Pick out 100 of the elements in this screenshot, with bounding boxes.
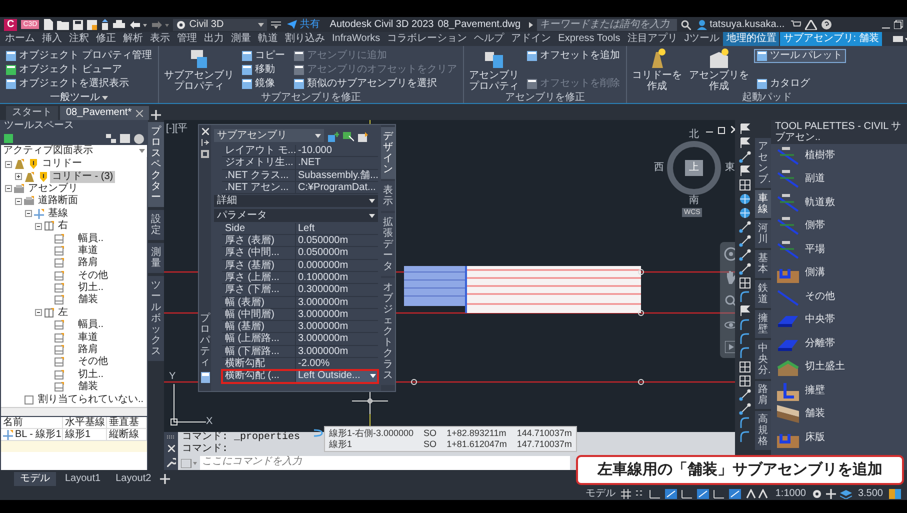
tree-item[interactable]: 路肩 <box>76 257 100 270</box>
ribbon-tab[interactable]: 挿入 <box>39 32 65 46</box>
palette-tool[interactable]: 副道 <box>771 168 907 191</box>
expand-icon[interactable] <box>15 173 22 180</box>
compass-label[interactable]: 東 <box>725 163 735 173</box>
calculator-icon[interactable] <box>200 372 210 383</box>
side-tab[interactable]: ツールボックス <box>148 276 164 361</box>
lineweight-icon[interactable] <box>713 488 726 498</box>
layout-tab[interactable]: モデル <box>14 472 56 486</box>
curve-icon[interactable] <box>739 291 751 303</box>
node-icon[interactable] <box>739 221 751 233</box>
ribbon-tab[interactable]: 修正 <box>93 32 119 46</box>
side-tab[interactable]: 測量 <box>148 243 164 273</box>
scrollbar[interactable] <box>1 407 147 416</box>
ribbon-tab[interactable]: 割り込み <box>282 32 328 46</box>
restore-icon[interactable] <box>718 126 726 134</box>
logo[interactable]: C <box>4 18 18 30</box>
tree-item[interactable]: 舗装 <box>76 294 100 306</box>
palette-tool[interactable]: 擁壁 <box>771 379 907 402</box>
property-row[interactable]: ジオメトリ生... .NET <box>222 157 378 170</box>
save-icon[interactable] <box>73 20 84 30</box>
large-ribbon-button[interactable]: サブアセンブリ プロパティ <box>162 48 236 92</box>
ribbon-tab[interactable]: アドイン <box>508 32 554 46</box>
undo-icon[interactable] <box>129 20 148 30</box>
flag-icon[interactable] <box>739 137 751 149</box>
compass-label[interactable]: 北 <box>689 130 699 140</box>
layers-icon[interactable] <box>840 488 852 498</box>
grip-point[interactable] <box>638 379 644 385</box>
tree-item[interactable]: 切土.. <box>76 282 106 294</box>
tree-item[interactable]: 舗装 <box>76 381 100 394</box>
palette-tool[interactable]: 床版 <box>771 426 907 450</box>
palette-tool[interactable]: 側溝 <box>771 262 907 285</box>
ribbon-tab[interactable]: 測量 <box>228 32 254 46</box>
palette-tool[interactable]: 中央帯 <box>771 308 907 332</box>
palette-tab[interactable]: オブジェクトクラス <box>381 278 395 385</box>
tree-item[interactable]: 基線 <box>46 208 70 220</box>
grid-icon[interactable] <box>739 361 751 373</box>
save-as-icon[interactable] <box>87 20 98 30</box>
collapse-icon[interactable] <box>5 160 12 168</box>
palette-tab[interactable]: 高規格 <box>755 411 771 450</box>
color-icon[interactable] <box>889 488 901 498</box>
ribbon-tab[interactable]: ホーム <box>2 32 38 46</box>
property-row[interactable]: 厚さ (中間... 0.050000m <box>222 247 378 260</box>
column-header[interactable]: 名前 <box>1 417 63 428</box>
tree-item[interactable]: 左 <box>56 306 70 319</box>
quick-select-icon[interactable] <box>358 132 369 142</box>
add-selection-icon[interactable] <box>328 132 339 142</box>
ribbon-tab[interactable]: 出力 <box>201 32 227 46</box>
side-tab[interactable]: プロスペクター <box>148 122 164 207</box>
layout-tab[interactable]: Layout2 <box>110 472 158 486</box>
ribbon-tab[interactable]: Jツール <box>681 32 722 46</box>
ribbon-tab[interactable]: InfraWorks <box>329 32 384 46</box>
palette-tool[interactable]: 植樹帯 <box>771 144 907 168</box>
search-icon[interactable] <box>680 20 691 30</box>
section-header[interactable]: パラメータ <box>214 209 378 222</box>
play-icon[interactable] <box>725 341 735 354</box>
workspace-dropdown[interactable]: Civil 3D <box>173 18 267 30</box>
grid-icon[interactable] <box>621 488 632 498</box>
grip-point[interactable] <box>411 379 417 385</box>
ribbon-button[interactable]: オブジェクト ビューア <box>3 63 155 77</box>
flag-icon[interactable] <box>739 165 751 177</box>
plus-icon[interactable] <box>826 488 836 498</box>
node-icon[interactable] <box>739 389 751 401</box>
help-icon[interactable] <box>134 134 144 144</box>
elevation-value[interactable]: 3.500 <box>856 488 885 500</box>
transparency-icon[interactable] <box>729 488 742 498</box>
ribbon-button[interactable]: コピー <box>238 49 288 63</box>
ribbon-button[interactable]: 移動 <box>238 63 288 77</box>
panel-title[interactable]: 一般ツール <box>50 92 100 103</box>
property-row[interactable]: 横断勾配 -2.00% <box>222 358 378 370</box>
ribbon-tab[interactable]: ヘルプ <box>471 32 508 46</box>
large-ribbon-button[interactable]: アセンブリを 作成 <box>686 48 751 92</box>
customize-icon[interactable] <box>270 20 281 28</box>
property-row[interactable]: .NET アセン... C:¥ProgramDat... <box>222 182 378 194</box>
osnap-icon[interactable] <box>681 488 694 498</box>
tree-item[interactable]: 車道 <box>76 332 100 344</box>
search-field[interactable]: キーワードまたは語句を入力 <box>536 18 677 30</box>
ribbon-tab[interactable]: 注釈 <box>66 32 92 46</box>
object-type-dropdown[interactable]: サブアセンブリ <box>214 129 324 142</box>
collapse-icon[interactable] <box>25 210 32 218</box>
layout-tab[interactable]: Layout1 <box>59 472 107 486</box>
ribbon-button[interactable]: オフセットを追加 <box>524 49 623 63</box>
column-header[interactable]: 垂直基 <box>107 417 147 428</box>
select-objects-icon[interactable] <box>343 132 354 142</box>
wrench-icon[interactable] <box>166 458 176 467</box>
auto-hide-icon[interactable] <box>201 139 209 146</box>
ortho-icon[interactable] <box>649 488 662 498</box>
property-row[interactable]: .NET クラス... Subassembly.舗... <box>222 170 378 182</box>
plus-icon[interactable] <box>160 474 170 484</box>
property-row[interactable]: Side Left <box>222 222 378 236</box>
ribbon-button[interactable]: ツール パレット <box>754 49 846 63</box>
ribbon-button[interactable]: オブジェクトを選択表示 <box>3 77 155 91</box>
property-row[interactable]: 幅 (上層路... 3.000000m <box>222 333 378 346</box>
compass-label[interactable]: 南 <box>689 196 699 206</box>
compass-label[interactable]: 西 <box>654 163 664 173</box>
open-folder-icon[interactable] <box>57 20 70 30</box>
palette-tool[interactable]: 分離帯 <box>771 332 907 356</box>
dropdown-field[interactable]: Left Outside... <box>296 370 378 382</box>
close-icon[interactable] <box>202 128 208 135</box>
palette-tab[interactable]: 河川 <box>755 220 771 248</box>
